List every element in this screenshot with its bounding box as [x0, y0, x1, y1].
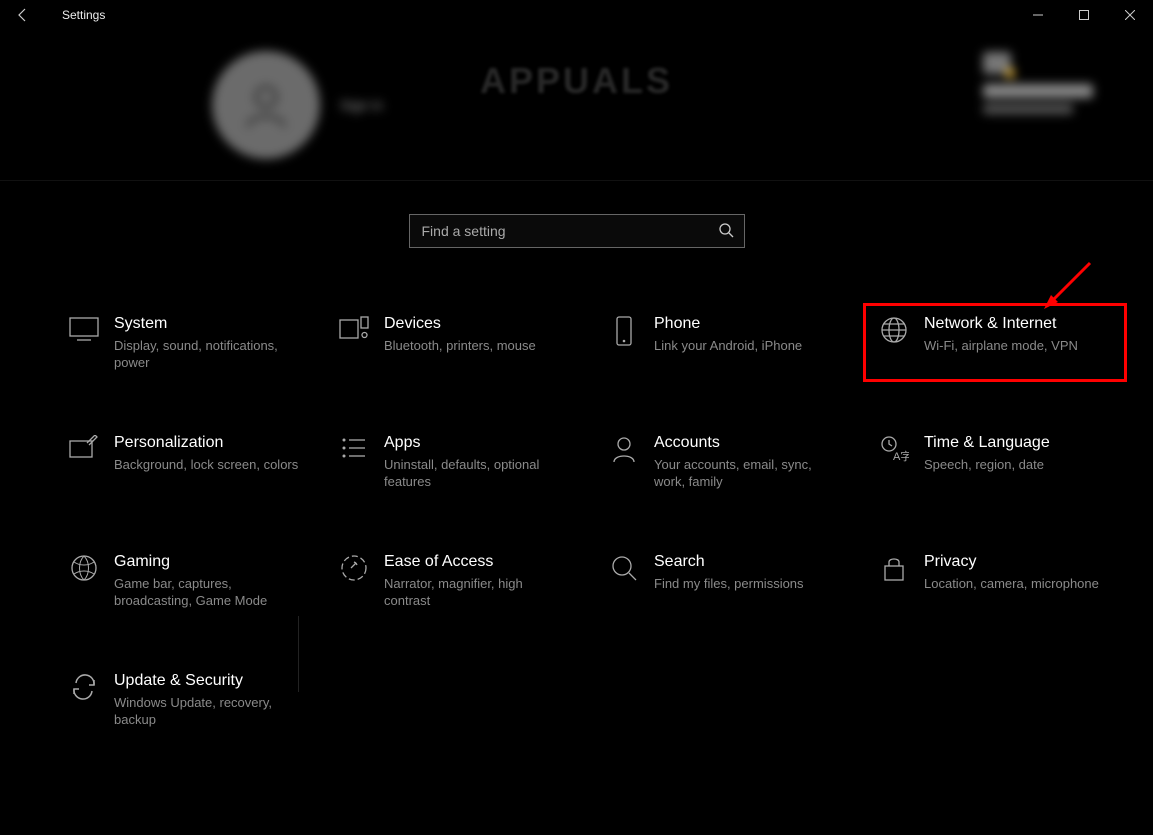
windows-update-card[interactable] [983, 52, 1093, 114]
sign-in-link[interactable]: Sign in [340, 97, 383, 113]
search-tile-icon [604, 552, 644, 609]
ease-of-access-icon [334, 552, 374, 609]
tile-desc: Wi-Fi, airplane mode, VPN [924, 337, 1078, 354]
header-area: Sign in APPUALS [0, 30, 1153, 181]
tile-title: Update & Security [114, 671, 299, 691]
tile-devices[interactable]: Devices Bluetooth, printers, mouse [330, 310, 580, 375]
update-icon [64, 671, 104, 728]
back-button[interactable] [0, 0, 46, 30]
tile-title: Apps [384, 433, 569, 453]
tile-desc: Background, lock screen, colors [114, 456, 298, 473]
tile-search[interactable]: Search Find my files, permissions [600, 548, 850, 613]
tile-ease-of-access[interactable]: Ease of Access Narrator, magnifier, high … [330, 548, 580, 613]
tile-desc: Find my files, permissions [654, 575, 804, 592]
tile-desc: Display, sound, notifications, power [114, 337, 299, 371]
tile-apps[interactable]: Apps Uninstall, defaults, optional featur… [330, 429, 580, 494]
tile-phone[interactable]: Phone Link your Android, iPhone [600, 310, 850, 375]
tile-desc: Speech, region, date [924, 456, 1050, 473]
tile-title: Accounts [654, 433, 839, 453]
tile-title: Devices [384, 314, 536, 334]
user-avatar[interactable] [212, 51, 320, 159]
tile-title: Gaming [114, 552, 299, 572]
window-title: Settings [62, 8, 105, 22]
windows-update-icon [983, 52, 1011, 74]
tile-title: Network & Internet [924, 314, 1078, 334]
devices-icon [334, 314, 374, 371]
personalization-icon [64, 433, 104, 490]
tile-system[interactable]: System Display, sound, notifications, pow… [60, 310, 310, 375]
windows-update-title [983, 84, 1093, 98]
tile-desc: Link your Android, iPhone [654, 337, 802, 354]
tile-privacy[interactable]: Privacy Location, camera, microphone [870, 548, 1120, 613]
title-bar: Settings [0, 0, 1153, 30]
gaming-icon [64, 552, 104, 609]
watermark-text: APPUALS [480, 60, 673, 102]
system-icon [64, 314, 104, 371]
phone-icon [604, 314, 644, 371]
apps-icon [334, 433, 374, 490]
tile-update-security[interactable]: Update & Security Windows Update, recover… [60, 667, 310, 732]
tile-title: Personalization [114, 433, 298, 453]
lock-icon [874, 552, 914, 609]
annotation-arrow [1040, 258, 1100, 318]
search-icon [718, 222, 734, 238]
tile-personalization[interactable]: Personalization Background, lock screen, … [60, 429, 310, 494]
search-input[interactable] [410, 222, 744, 240]
windows-update-subtitle [983, 104, 1073, 114]
tile-title: Phone [654, 314, 802, 334]
tile-desc: Your accounts, email, sync, work, family [654, 456, 839, 490]
svg-text:A字: A字 [893, 449, 909, 463]
tile-desc: Location, camera, microphone [924, 575, 1099, 592]
window-controls [1015, 0, 1153, 30]
maximize-button[interactable] [1061, 0, 1107, 30]
search-box[interactable] [409, 214, 745, 248]
tile-desc: Windows Update, recovery, backup [114, 694, 299, 728]
tile-title: System [114, 314, 299, 334]
separator [298, 616, 299, 692]
tile-gaming[interactable]: Gaming Game bar, captures, broadcasting, … [60, 548, 310, 613]
globe-icon [874, 314, 914, 371]
tile-time-language[interactable]: A字 Time & Language Speech, region, date [870, 429, 1120, 494]
tile-desc: Bluetooth, printers, mouse [384, 337, 536, 354]
tile-desc: Uninstall, defaults, optional features [384, 456, 569, 490]
close-button[interactable] [1107, 0, 1153, 30]
tile-title: Privacy [924, 552, 1099, 572]
minimize-button[interactable] [1015, 0, 1061, 30]
accounts-icon [604, 433, 644, 490]
tile-title: Search [654, 552, 804, 572]
tile-title: Time & Language [924, 433, 1050, 453]
tile-desc: Game bar, captures, broadcasting, Game M… [114, 575, 299, 609]
settings-grid: System Display, sound, notifications, pow… [60, 310, 1153, 732]
tile-title: Ease of Access [384, 552, 569, 572]
tile-desc: Narrator, magnifier, high contrast [384, 575, 569, 609]
tile-network[interactable]: Network & Internet Wi-Fi, airplane mode, … [870, 310, 1120, 375]
tile-accounts[interactable]: Accounts Your accounts, email, sync, work… [600, 429, 850, 494]
time-language-icon: A字 [874, 433, 914, 490]
